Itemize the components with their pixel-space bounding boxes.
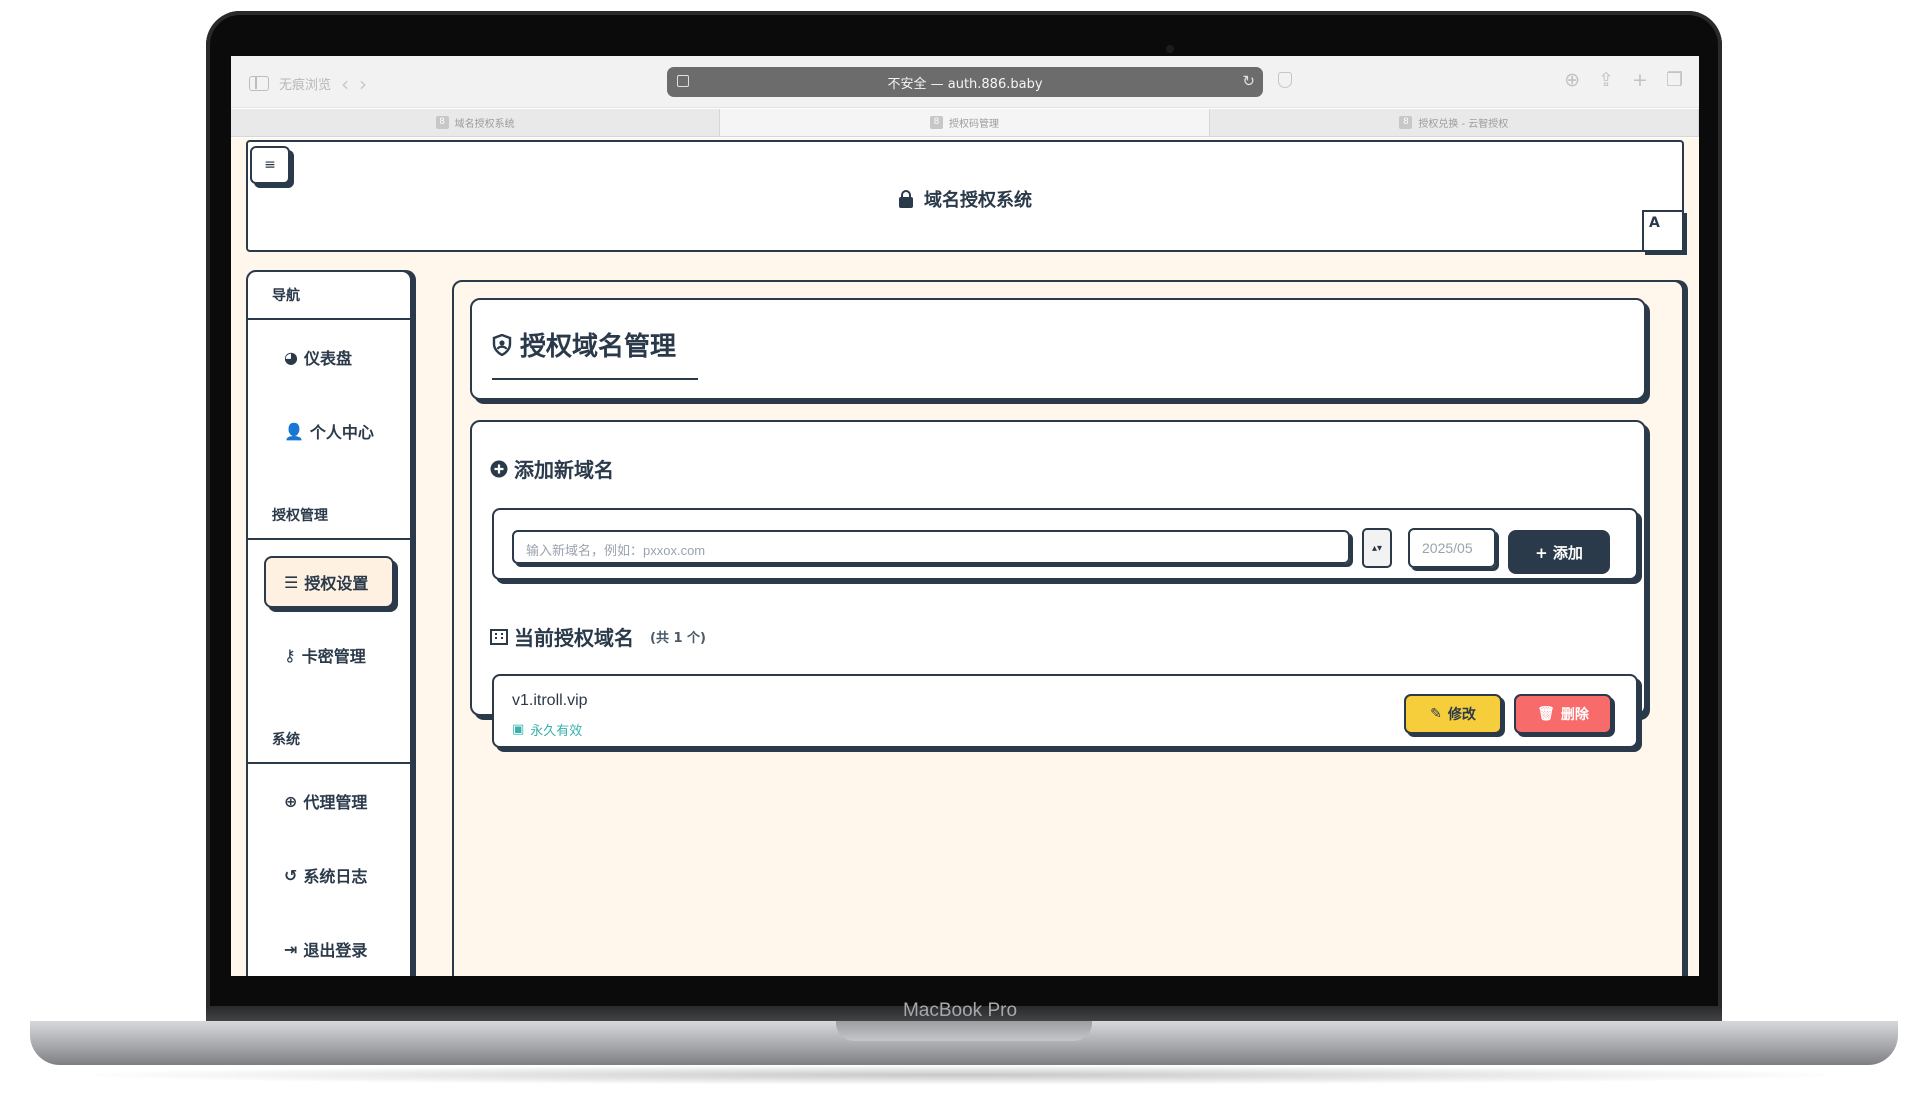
page-settings-icon[interactable] <box>677 75 689 87</box>
sliders-icon: ☰ <box>284 572 299 592</box>
page-title-card: 授权域名管理 <box>470 298 1646 400</box>
sidebar-item-label: 个人中心 <box>309 423 374 442</box>
download-icon[interactable]: ⊕ <box>1564 69 1580 91</box>
forward-arrow-icon[interactable]: › <box>359 74 367 94</box>
sidebar-item-label: 系统日志 <box>303 867 368 886</box>
tab-overview-icon[interactable]: ❐ <box>1666 69 1683 91</box>
spinner-icon[interactable]: ▴▾ <box>1362 528 1392 568</box>
sidebar-item-label: 仪表盘 <box>303 349 352 368</box>
main-content: 授权域名管理 添加新域名 输入新域名，例如：pxxox.com ▴▾ 2025/… <box>452 280 1684 976</box>
screen: 无痕浏览 ‹ › 不安全 — auth.886.baby ↻ ⊕ ⇪ + ❐ 8… <box>231 56 1699 976</box>
sidebar-item-profile[interactable]: 👤 个人中心 <box>248 394 410 468</box>
sidebar-toggle-icon[interactable] <box>249 76 269 91</box>
web-page: ≡ 域名授权系统 A 导航 ◕ 仪表盘 👤 个人中心 授权管理 ☰ 授权设置 ⚷… <box>231 138 1699 976</box>
favicon-icon: 8 <box>435 116 449 129</box>
current-domains-title: 当前授权域名 (共 1 个) <box>490 622 706 651</box>
delete-domain-button[interactable]: 🗑 删除 <box>1514 694 1612 734</box>
expiry-date-input[interactable]: 2025/05 <box>1408 528 1496 568</box>
title-underline <box>492 378 698 380</box>
page-title: 授权域名管理 <box>492 326 676 363</box>
sidebar-item-system-log[interactable]: ↺ 系统日志 <box>248 838 410 912</box>
sidebar-item-agents[interactable]: ⊕ 代理管理 <box>248 764 410 838</box>
building-icon <box>490 628 508 645</box>
domain-list-item: v1.itroll.vip ▣ 永久有效 ✎ 修改 🗑 删除 <box>492 674 1638 748</box>
tab-auth-redeem[interactable]: 8 授权兑换 - 云智授权 <box>1210 109 1699 136</box>
user-icon: 👤 <box>284 421 304 441</box>
favicon-icon: 8 <box>1399 116 1413 129</box>
delete-button-label: 删除 <box>1560 707 1589 723</box>
sidebar-item-dashboard[interactable]: ◕ 仪表盘 <box>248 320 410 394</box>
sidebar: 导航 ◕ 仪表盘 👤 个人中心 授权管理 ☰ 授权设置 ⚷ 卡密管理 系统 ⊕ … <box>246 270 412 976</box>
tab-label: 授权兑换 - 云智授权 <box>1418 119 1509 130</box>
plus-circle-icon <box>490 460 508 477</box>
toolbar-left: 无痕浏览 ‹ › <box>249 74 367 94</box>
site-title-text: 域名授权系统 <box>924 190 1032 211</box>
current-domains-title-text: 当前授权域名 <box>514 626 634 650</box>
menu-toggle-button[interactable]: ≡ <box>250 146 290 184</box>
add-domain-form: 输入新域名，例如：pxxox.com ▴▾ 2025/05 + 添加 <box>492 508 1638 580</box>
edit-icon: ✎ <box>1430 706 1442 722</box>
site-title: 域名授权系统 <box>248 186 1682 212</box>
history-icon: ↺ <box>284 865 298 885</box>
device-brand: MacBook Pro <box>902 1000 1018 1021</box>
browser-toolbar: 无痕浏览 ‹ › 不安全 — auth.886.baby ↻ ⊕ ⇪ + ❐ <box>231 56 1699 108</box>
domain-management-card: 添加新域名 输入新域名，例如：pxxox.com ▴▾ 2025/05 + 添加… <box>470 420 1646 748</box>
site-header: ≡ 域名授权系统 A <box>246 140 1684 252</box>
lock-icon <box>899 190 913 208</box>
back-arrow-icon[interactable]: ‹ <box>341 74 349 94</box>
user-shield-icon <box>492 333 512 356</box>
tab-label: 授权码管理 <box>948 119 999 130</box>
sidebar-item-label: 退出登录 <box>303 941 368 960</box>
sidebar-item-label: 授权设置 <box>304 574 369 593</box>
domain-status-text: 永久有效 <box>530 724 583 739</box>
sidebar-section-nav: 导航 <box>248 272 410 320</box>
laptop: MacBook Pro 无痕浏览 ‹ › 不安全 — auth.886.baby… <box>0 0 1920 1114</box>
sidebar-item-label: 卡密管理 <box>301 647 366 666</box>
address-text: 不安全 — auth.886.baby <box>887 76 1043 92</box>
sign-out-icon: ⇥ <box>284 939 298 959</box>
add-domain-title: 添加新域名 <box>490 454 614 483</box>
privacy-shield-icon[interactable] <box>1278 72 1292 88</box>
sidebar-item-card-keys[interactable]: ⚷ 卡密管理 <box>248 618 410 692</box>
address-bar[interactable]: 不安全 — auth.886.baby ↻ <box>667 67 1263 97</box>
trash-icon: 🗑 <box>1537 706 1555 722</box>
domain-input[interactable]: 输入新域名，例如：pxxox.com <box>512 530 1350 564</box>
tab-auth-code[interactable]: 8 授权码管理 <box>720 109 1210 136</box>
toolbar-right: ⊕ ⇪ + ❐ <box>1564 69 1683 91</box>
new-tab-icon[interactable]: + <box>1632 69 1648 91</box>
key-icon: ⚷ <box>284 645 296 665</box>
page-title-text: 授权域名管理 <box>520 332 677 362</box>
edit-button-label: 修改 <box>1447 707 1476 723</box>
avatar[interactable]: A <box>1642 210 1684 252</box>
sidebar-item-label: 代理管理 <box>303 793 368 812</box>
laptop-shadow <box>60 1065 1860 1085</box>
camera <box>1166 45 1174 53</box>
private-browsing-label: 无痕浏览 <box>279 78 332 93</box>
globe-icon: ⊕ <box>284 791 298 811</box>
reload-icon[interactable]: ↻ <box>1242 72 1255 90</box>
sidebar-section-system: 系统 <box>248 716 410 764</box>
laptop-notch <box>836 1021 1092 1041</box>
domain-count: (共 1 个) <box>650 631 706 646</box>
calendar-icon: ▣ <box>512 722 525 737</box>
tab-domain-auth[interactable]: 8 域名授权系统 <box>231 109 721 136</box>
sidebar-section-auth: 授权管理 <box>248 492 410 540</box>
share-icon[interactable]: ⇪ <box>1598 69 1614 91</box>
domain-name: v1.itroll.vip <box>512 692 588 709</box>
add-domain-button[interactable]: + 添加 <box>1508 530 1610 574</box>
domain-status: ▣ 永久有效 <box>512 720 582 739</box>
tab-label: 域名授权系统 <box>454 119 515 130</box>
sidebar-item-auth-settings[interactable]: ☰ 授权设置 <box>264 556 394 608</box>
add-domain-title-text: 添加新域名 <box>514 458 614 482</box>
tab-bar: 8 域名授权系统 8 授权码管理 8 授权兑换 - 云智授权 <box>231 109 1699 137</box>
chart-pie-icon: ◕ <box>284 347 298 367</box>
edit-domain-button[interactable]: ✎ 修改 <box>1404 694 1502 734</box>
sidebar-item-logout[interactable]: ⇥ 退出登录 <box>248 912 410 976</box>
favicon-icon: 8 <box>929 116 943 129</box>
